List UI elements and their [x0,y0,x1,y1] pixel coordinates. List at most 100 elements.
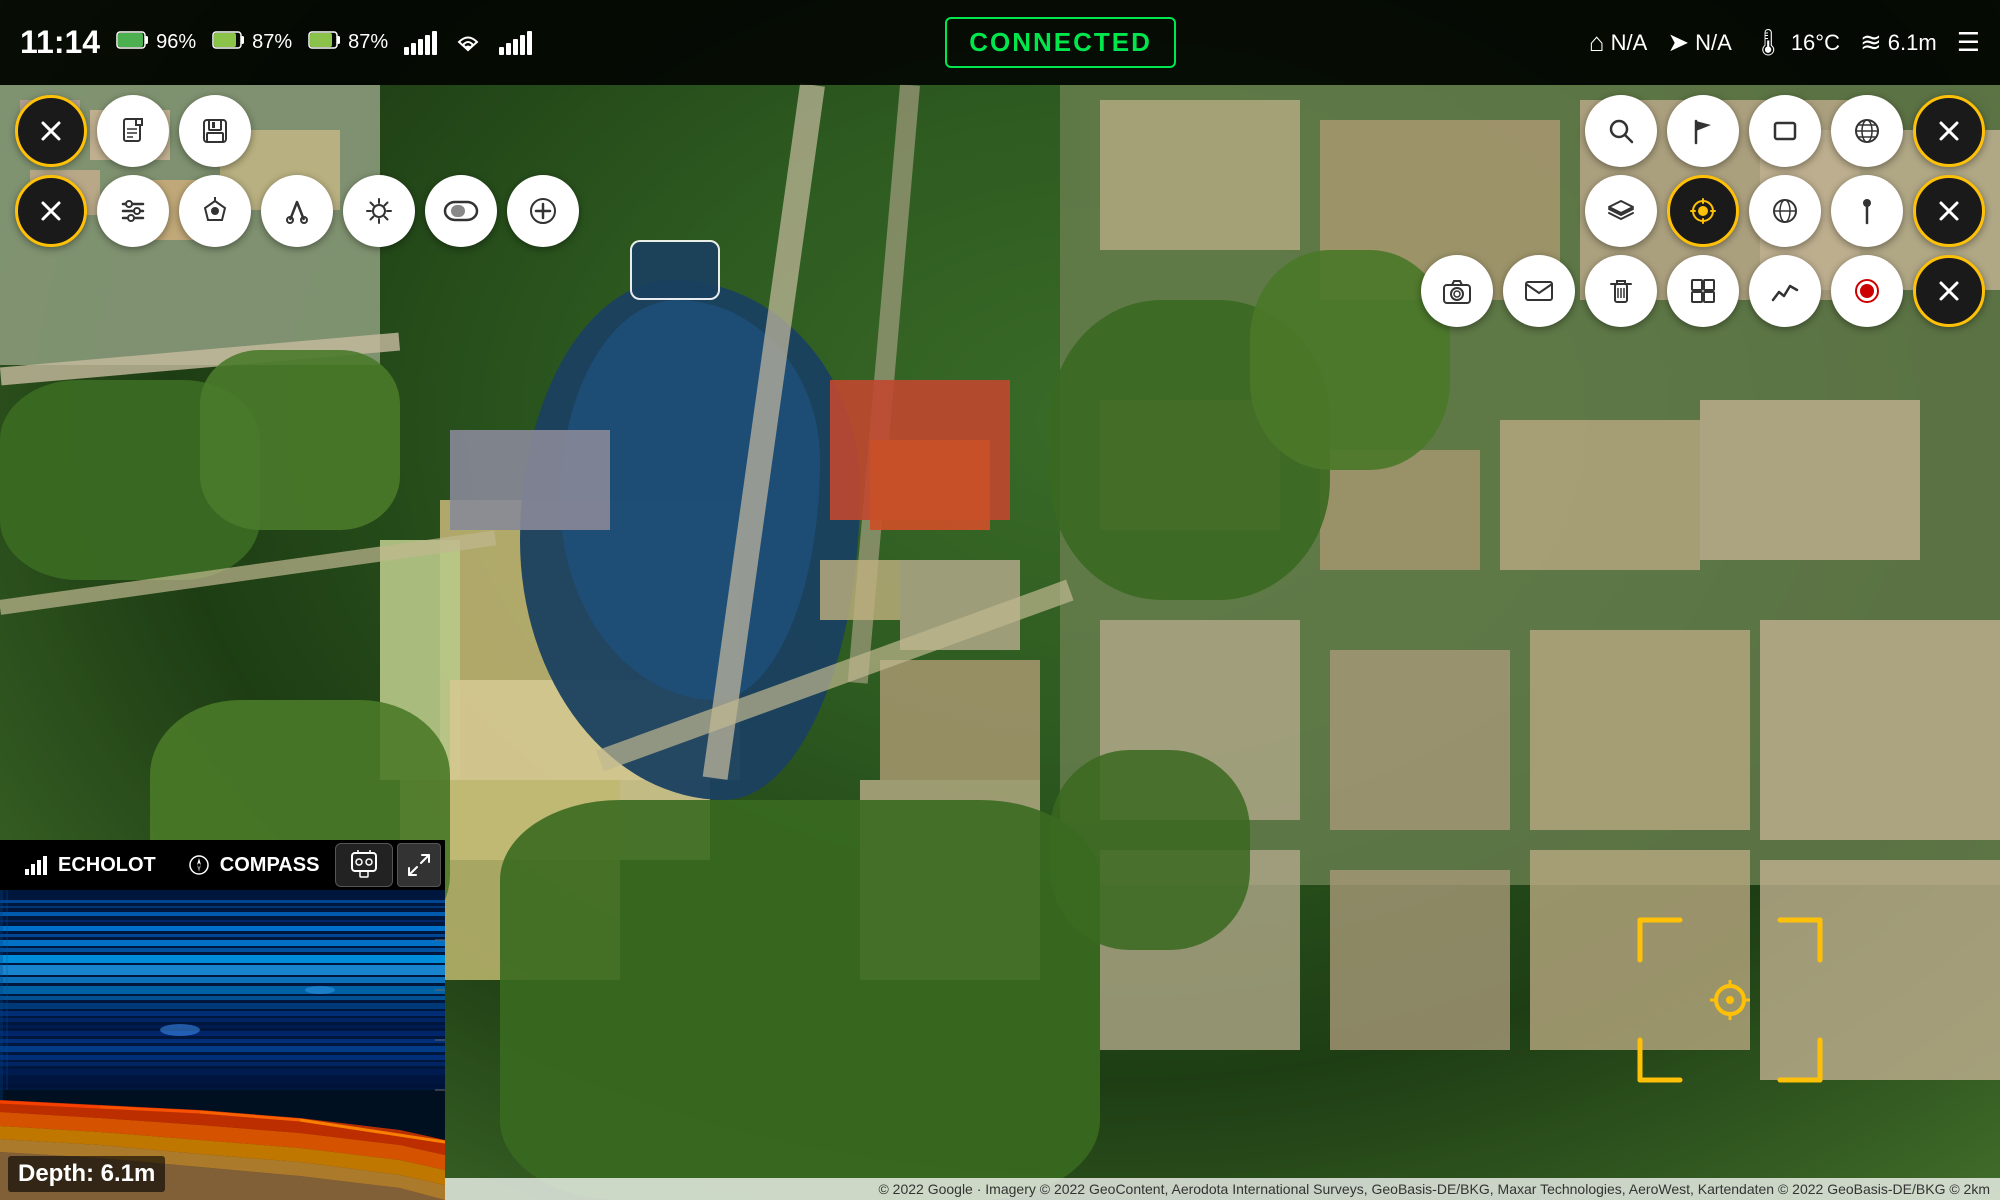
expand-icon [406,852,432,878]
locate-button[interactable] [1667,175,1739,247]
x-icon-right-2 [1935,197,1963,225]
battery-value-1: 96% [156,31,196,54]
signal-bars-2 [499,31,532,55]
robot-view-button[interactable] [335,843,393,887]
x-icon-right-3 [1935,277,1963,305]
battery-value-2: 87% [252,31,292,54]
x-icon-2 [37,197,65,225]
close-button-right-3[interactable] [1913,255,1985,327]
right-toolbar-row-3 [1421,255,1985,327]
wifi-group [453,30,483,56]
robot-icon [344,849,384,881]
record-button[interactable] [1831,255,1903,327]
status-right: ⌂ N/A ➤ N/A 🌡 16°C ≋ 6.1m ☰ [1589,27,1980,58]
flag-pin-button[interactable] [1831,175,1903,247]
envelope-button[interactable] [1503,255,1575,327]
rectangle-icon [1771,117,1799,145]
save-icon [200,116,230,146]
grid-button[interactable] [1667,255,1739,327]
chart-icon [1770,278,1800,304]
battery-value-3: 87% [348,31,388,54]
temperature-status: 🌡 16°C [1752,27,1840,58]
depth-value: 6.1m [1888,30,1937,56]
depth-label: Depth: 6.1m [8,1156,165,1192]
x-icon-1 [37,117,65,145]
grid-icon [1689,277,1717,305]
settings-button[interactable] [97,175,169,247]
trash-icon [1607,276,1635,306]
home-value: N/A [1611,30,1648,56]
globe-button-1[interactable] [1831,95,1903,167]
pin-flag-icon [1853,197,1881,225]
compass-tab-icon [188,854,210,876]
search-icon [1607,117,1635,145]
save-button[interactable] [179,95,251,167]
sonar-header: ECHOLOT COMPASS [0,840,445,890]
signal-bars [404,31,437,55]
brightness-button[interactable] [343,175,415,247]
battery-group-2: 87% [212,30,292,55]
waypoint-icon [200,196,230,226]
add-waypoint-button[interactable] [507,175,579,247]
map-type-button[interactable] [1749,175,1821,247]
right-toolbar [1406,85,2000,337]
layers-button[interactable] [1585,175,1657,247]
close-button-right-2[interactable] [1913,175,1985,247]
settings-icon [118,196,148,226]
status-bar: 11:14 96% 87% [0,0,2000,85]
sonar-panel: ECHOLOT COMPASS [0,840,445,1200]
close-button-right-1[interactable] [1913,95,1985,167]
x-icon-right-1 [1935,117,1963,145]
location-status: ➤ N/A [1667,27,1731,58]
location-icon: ➤ [1667,27,1689,58]
envelope-icon [1524,278,1554,304]
connected-badge: CONNECTED [945,17,1176,68]
chart-button[interactable] [1749,255,1821,327]
document-icon [118,116,148,146]
flag-icon [1689,117,1717,145]
area-icon [443,200,479,222]
record-icon [1853,277,1881,305]
new-document-button[interactable] [97,95,169,167]
attribution: © 2022 Google · Imagery © 2022 GeoConten… [445,1178,2000,1200]
globe-icon-1 [1853,117,1881,145]
rectangle-button[interactable] [1749,95,1821,167]
camera-button[interactable] [1421,255,1493,327]
compass-tab[interactable]: COMPASS [172,850,336,881]
signal-group [404,31,437,55]
add-icon [528,196,558,226]
hamburger-icon: ☰ [1957,27,1980,58]
sonar-display: Depth: 6.1m [0,890,445,1200]
route-button[interactable] [261,175,333,247]
expand-button[interactable] [397,843,441,887]
echolot-icon [24,855,48,875]
crosshair-svg [1620,900,1840,1100]
depth-icon: ≋ [1860,27,1882,58]
status-left: 11:14 96% 87% [20,24,532,61]
home-icon: ⌂ [1589,27,1605,58]
battery-icon-1 [116,30,148,55]
record-area-button[interactable] [425,175,497,247]
wifi-icon [453,30,483,56]
close-button-2[interactable] [15,175,87,247]
menu-button[interactable]: ☰ [1957,27,1980,58]
signal-group-2 [499,31,532,55]
home-status: ⌂ N/A [1589,27,1647,58]
temperature-value: 16°C [1791,30,1840,56]
echolot-tab[interactable]: ECHOLOT [8,850,172,881]
layers-icon [1606,196,1636,226]
battery-icon-2 [212,30,244,55]
close-button-1[interactable] [15,95,87,167]
flag-button[interactable] [1667,95,1739,167]
sonar-header-controls [335,843,441,887]
waypoint-button[interactable] [179,175,251,247]
delete-button[interactable] [1585,255,1657,327]
brightness-icon [364,196,394,226]
map-globe-icon [1771,197,1799,225]
search-button[interactable] [1585,95,1657,167]
battery-group-1: 96% [116,30,196,55]
battery-group-3: 87% [308,30,388,55]
location-value: N/A [1695,30,1732,56]
locate-icon [1689,197,1717,225]
route-icon [282,196,312,226]
